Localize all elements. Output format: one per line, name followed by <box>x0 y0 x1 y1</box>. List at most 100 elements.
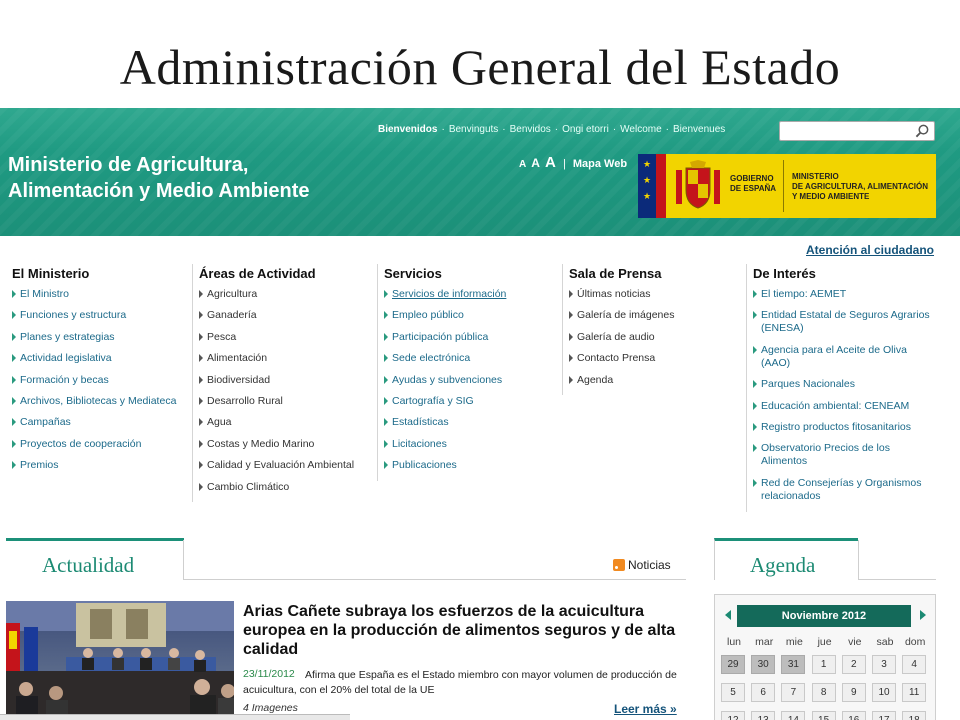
nav-link[interactable]: Licitaciones <box>384 438 506 451</box>
eu-flag-icon: ★ ★ ★ <box>638 154 666 218</box>
nav-column-title[interactable]: Áreas de Actividad <box>199 266 354 281</box>
nav-link[interactable]: Agua <box>199 416 354 429</box>
nav-link[interactable]: Estadísticas <box>384 416 506 429</box>
tab-agenda[interactable]: Agenda <box>714 538 858 580</box>
calendar-day[interactable]: 17 <box>872 711 896 720</box>
calendar-day[interactable]: 3 <box>872 655 896 674</box>
language-link[interactable]: Bienvenidos <box>378 124 437 135</box>
nav-link[interactable]: Cartografía y SIG <box>384 395 506 408</box>
nav-link[interactable]: Formación y becas <box>12 374 176 387</box>
nav-link[interactable]: Campañas <box>12 416 176 429</box>
nav-link[interactable]: Observatorio Precios de los Alimentos <box>753 442 937 468</box>
calendar-day[interactable]: 4 <box>902 655 927 674</box>
calendar-day[interactable]: 15 <box>811 711 836 720</box>
nav-link[interactable]: Archivos, Bibliotecas y Mediateca <box>12 395 176 408</box>
bullet-arrow-icon <box>12 311 16 320</box>
rss-noticias-link[interactable]: Noticias <box>613 558 671 572</box>
nav-link[interactable]: Empleo público <box>384 309 506 322</box>
read-more-link[interactable]: Leer más » <box>614 702 677 716</box>
nav-link[interactable]: Cambio Climático <box>199 481 354 494</box>
calendar-day[interactable]: 8 <box>811 683 836 702</box>
nav-column-title[interactable]: De Interés <box>753 266 946 281</box>
nav-link[interactable]: Costas y Medio Marino <box>199 438 354 451</box>
nav-link[interactable]: Funciones y estructura <box>12 309 176 322</box>
nav-link[interactable]: Últimas noticias <box>569 288 674 301</box>
prev-month-icon[interactable] <box>725 610 731 620</box>
calendar-day[interactable]: 14 <box>781 711 806 720</box>
nav-link[interactable]: Educación ambiental: CENEAM <box>753 400 937 413</box>
nav-link[interactable]: Biodiversidad <box>199 374 354 387</box>
calendar-day[interactable]: 5 <box>721 683 745 702</box>
nav-link[interactable]: Sede electrónica <box>384 352 506 365</box>
calendar-day[interactable]: 18 <box>902 711 927 720</box>
nav-link[interactable]: Red de Consejerías y Organismos relacion… <box>753 477 937 503</box>
nav-link[interactable]: El tiempo: AEMET <box>753 288 937 301</box>
nav-link[interactable]: El Ministro <box>12 288 176 301</box>
nav-column-title[interactable]: Sala de Prensa <box>569 266 674 281</box>
calendar-day[interactable]: 16 <box>841 711 866 720</box>
bullet-arrow-icon <box>199 482 203 491</box>
calendar-day[interactable]: 12 <box>721 711 745 720</box>
calendar-day[interactable]: 13 <box>751 711 776 720</box>
language-link[interactable]: Benvidos <box>510 124 551 135</box>
calendar-day[interactable]: 31 <box>781 655 806 674</box>
nav-link[interactable]: Galería de audio <box>569 331 674 344</box>
calendar-day[interactable]: 30 <box>751 655 776 674</box>
nav-link[interactable]: Parques Nacionales <box>753 378 937 391</box>
calendar-day[interactable]: 10 <box>872 683 896 702</box>
nav-link[interactable]: Participación pública <box>384 331 506 344</box>
site-map-link[interactable]: Mapa Web <box>573 158 627 170</box>
news-image-count[interactable]: 4 Imagenes <box>243 702 298 714</box>
government-logo[interactable]: ★ ★ ★ GOBIERNO DE ESPAÑA MINISTERIO DE A… <box>638 154 936 218</box>
nav-link[interactable]: Desarrollo Rural <box>199 395 354 408</box>
nav-list: El tiempo: AEMET Entidad Estatal de Segur… <box>753 288 946 503</box>
language-link[interactable]: Welcome <box>620 124 662 135</box>
nav-link[interactable]: Registro productos fitosanitarios <box>753 421 937 434</box>
calendar-day[interactable]: 9 <box>841 683 866 702</box>
news-photo[interactable] <box>6 601 234 720</box>
search-input[interactable] <box>780 123 910 141</box>
language-link[interactable]: Benvinguts <box>449 124 498 135</box>
calendar-day[interactable]: 29 <box>721 655 745 674</box>
nav-link[interactable]: Actividad legislativa <box>12 352 176 365</box>
nav-link[interactable]: Contacto Prensa <box>569 352 674 365</box>
nav-link[interactable]: Proyectos de cooperación <box>12 438 176 451</box>
nav-link[interactable]: Ganadería <box>199 309 354 322</box>
nav-link[interactable]: Planes y estrategias <box>12 331 176 344</box>
atencion-ciudadano-link[interactable]: Atención al ciudadano <box>806 243 934 257</box>
nav-column-title[interactable]: El Ministerio <box>12 266 176 281</box>
calendar-day[interactable]: 2 <box>841 655 866 674</box>
language-link[interactable]: Bienvenues <box>673 124 725 135</box>
nav-link[interactable]: Pesca <box>199 331 354 344</box>
nav-link[interactable]: Calidad y Evaluación Ambiental <box>199 459 354 472</box>
ministry-name[interactable]: Ministerio de Agricultura, Alimentación … <box>8 152 310 204</box>
calendar-day[interactable]: 1 <box>811 655 836 674</box>
nav-link[interactable]: Agricultura <box>199 288 354 301</box>
ministry-name-line1: Ministerio de Agricultura, <box>8 154 249 176</box>
news-headline-link[interactable]: Arias Cañete subraya los esfuerzos de la… <box>243 602 683 659</box>
language-separator: · <box>441 124 445 135</box>
slide-title-area: Administración General del Estado <box>0 0 960 108</box>
calendar-day[interactable]: 7 <box>781 683 806 702</box>
font-size-large-button[interactable]: A <box>545 154 556 171</box>
font-size-medium-button[interactable]: A <box>531 156 540 170</box>
tab-actualidad[interactable]: Actualidad <box>6 538 184 580</box>
font-size-small-button[interactable]: A <box>519 159 526 170</box>
nav-link[interactable]: Entidad Estatal de Seguros Agrarios (ENE… <box>753 309 937 335</box>
nav-link[interactable]: Alimentación <box>199 352 354 365</box>
nav-link[interactable]: Premios <box>12 459 176 472</box>
search-icon[interactable] <box>915 124 930 139</box>
nav-column-title[interactable]: Servicios <box>384 266 506 281</box>
nav-link[interactable]: Servicios de información <box>384 288 506 301</box>
nav-link[interactable]: Galería de imágenes <box>569 309 674 322</box>
tab-underline <box>859 579 936 580</box>
nav-link[interactable]: Agenda <box>569 374 674 387</box>
nav-link[interactable]: Ayudas y subvenciones <box>384 374 506 387</box>
language-link[interactable]: Ongi etorri <box>562 124 609 135</box>
calendar-month: Noviembre 2012 <box>737 605 911 627</box>
nav-link[interactable]: Agencia para el Aceite de Oliva (AAO) <box>753 344 937 370</box>
next-month-icon[interactable] <box>920 610 926 620</box>
calendar-day[interactable]: 6 <box>751 683 776 702</box>
calendar-day[interactable]: 11 <box>902 683 927 702</box>
nav-link[interactable]: Publicaciones <box>384 459 506 472</box>
